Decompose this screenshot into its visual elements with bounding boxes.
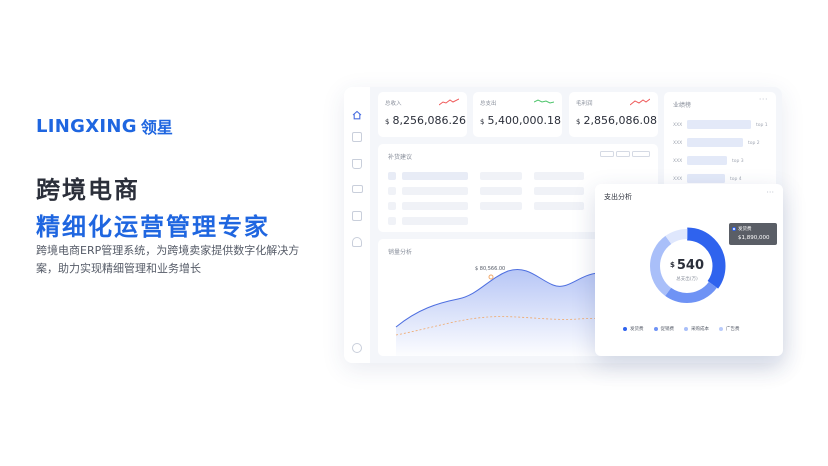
trend-up-icon bbox=[439, 98, 459, 106]
placeholder-row bbox=[388, 172, 396, 180]
tooltip-name: 发货费 bbox=[738, 227, 752, 232]
kpi-card-profit[interactable]: 毛利润 $2,856,086.08 bbox=[569, 92, 658, 137]
expense-card: 支出分析 ··· $540 总支出(万) 发货费 $1,890,000 发货费促… bbox=[595, 184, 783, 356]
kpi-value: $8,256,086.26 bbox=[385, 114, 466, 127]
legend-dot bbox=[653, 327, 658, 331]
kpi-label: 毛利润 bbox=[576, 101, 593, 107]
placeholder-row bbox=[534, 172, 584, 180]
kpi-value: $2,856,086.08 bbox=[576, 114, 657, 127]
rank-label: XXX bbox=[673, 123, 683, 128]
legend-item[interactable]: 促销费 bbox=[653, 326, 675, 332]
rank-label: XXX bbox=[673, 141, 683, 146]
expense-total: $540 bbox=[669, 258, 704, 273]
more-icon[interactable]: ··· bbox=[766, 188, 774, 197]
legend-item[interactable]: 广告费 bbox=[719, 326, 740, 332]
rank-top: top 2 bbox=[748, 141, 760, 146]
expense-legend: 发货费 促销费 采购成本 广告费 bbox=[623, 326, 740, 332]
legend-label: 广告费 bbox=[726, 327, 740, 332]
kpi-label: 总收入 bbox=[385, 101, 402, 107]
headline-primary: 跨境电商 bbox=[36, 176, 140, 204]
placeholder-row bbox=[388, 217, 396, 225]
truck-icon[interactable] bbox=[352, 185, 363, 193]
ranking-title: 业绩榜 bbox=[673, 102, 692, 109]
placeholder-row bbox=[402, 202, 468, 210]
kpi-label: 总支出 bbox=[480, 101, 497, 107]
legend-item[interactable]: 发货费 bbox=[623, 326, 644, 332]
tooltip-marker bbox=[732, 227, 736, 231]
headline-secondary: 精细化运营管理专家 bbox=[36, 213, 270, 241]
legend-item[interactable]: 采购成本 bbox=[684, 326, 709, 332]
brand-name-cn: 领星 bbox=[140, 118, 173, 137]
placeholder-row bbox=[480, 187, 522, 195]
home-icon[interactable] bbox=[352, 105, 362, 120]
placeholder-row bbox=[534, 202, 584, 210]
placeholder-row bbox=[402, 172, 468, 180]
expense-title: 支出分析 bbox=[604, 193, 632, 201]
expense-total-label: 总支出(万) bbox=[676, 277, 698, 282]
trend-up-icon bbox=[630, 98, 650, 106]
placeholder-row bbox=[402, 217, 468, 225]
kpi-card-expense[interactable]: 总支出 $5,400,000.18 bbox=[473, 92, 562, 137]
more-icon[interactable]: ··· bbox=[759, 95, 768, 104]
settings-icon[interactable] bbox=[352, 343, 362, 353]
filter-week[interactable] bbox=[600, 151, 614, 157]
filter-month[interactable] bbox=[616, 151, 630, 157]
trend-flat-icon bbox=[534, 99, 554, 104]
legend-dot bbox=[684, 327, 688, 331]
rank-bar bbox=[687, 138, 743, 147]
peak-marker bbox=[488, 274, 494, 280]
brand-name-en: LINGXING bbox=[36, 115, 137, 137]
rank-label: XXX bbox=[673, 159, 683, 164]
cart-icon[interactable] bbox=[352, 159, 362, 169]
legend-dot bbox=[623, 327, 627, 331]
placeholder-row bbox=[388, 187, 396, 195]
peak-value: $ 80,566.00 bbox=[475, 266, 506, 272]
legend-label: 采购成本 bbox=[691, 327, 709, 332]
rank-bar bbox=[687, 174, 725, 183]
product-description: 跨境电商ERP管理系统，为跨境卖家提供数字化解决方案，助力实现精细管理和业务增长 bbox=[36, 244, 300, 275]
placeholder-row bbox=[388, 202, 396, 210]
legend-label: 发货费 bbox=[630, 327, 644, 332]
chart-tooltip: 发货费 $1,890,000 bbox=[729, 223, 777, 245]
placeholder-row bbox=[402, 187, 468, 195]
rank-bar bbox=[687, 120, 751, 129]
rank-bar bbox=[687, 156, 727, 165]
rank-label: XXX bbox=[673, 177, 683, 182]
restock-title: 补货建议 bbox=[388, 154, 413, 161]
calendar-icon[interactable] bbox=[352, 132, 362, 142]
dashboard-sidebar bbox=[344, 87, 370, 363]
rank-top: top 1 bbox=[756, 123, 768, 128]
headset-icon[interactable] bbox=[352, 237, 362, 247]
brand-logo: LINGXING 领星 bbox=[36, 114, 173, 138]
legend-dot bbox=[719, 327, 723, 331]
kpi-value: $5,400,000.18 bbox=[480, 114, 561, 127]
tooltip-value: $1,890,000 bbox=[738, 235, 770, 241]
placeholder-row bbox=[480, 172, 522, 180]
placeholder-row bbox=[534, 187, 584, 195]
kpi-card-revenue[interactable]: 总收入 $8,256,086.26 bbox=[378, 92, 467, 137]
placeholder-row bbox=[480, 202, 522, 210]
filter-custom[interactable] bbox=[632, 151, 650, 157]
rank-top: top 4 bbox=[730, 177, 742, 182]
legend-label: 促销费 bbox=[660, 327, 675, 332]
chart-icon[interactable] bbox=[352, 211, 362, 221]
rank-top: top 3 bbox=[732, 159, 744, 164]
